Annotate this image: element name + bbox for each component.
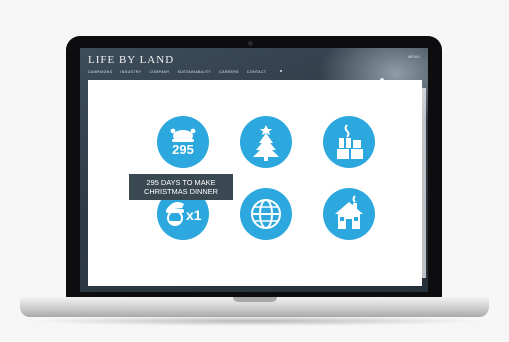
turkey-button[interactable]: 295 bbox=[157, 116, 209, 168]
camera-dot bbox=[248, 41, 253, 46]
panel-edge bbox=[414, 88, 426, 278]
nav-item[interactable]: CAREERS bbox=[219, 70, 239, 74]
tooltip-line-1: 295 DAYS TO MAKE bbox=[146, 178, 216, 187]
days-tooltip: 295 DAYS TO MAKE CHRISTMAS DINNER bbox=[129, 174, 233, 200]
days-count: 295 bbox=[172, 142, 194, 157]
menu-link[interactable]: MENU bbox=[408, 55, 420, 59]
site-nav: CAMPAIGNS INDUSTRY COMPANY SUSTAINABILIT… bbox=[88, 70, 266, 74]
laptop-screen: LIFE BY LAND MENU CAMPAIGNS INDUSTRY COM… bbox=[80, 48, 428, 292]
christmas-tree-icon bbox=[253, 125, 279, 161]
nav-item[interactable]: CAMPAIGNS bbox=[88, 70, 112, 74]
tooltip-line-2: CHRISTMAS DINNER bbox=[144, 187, 218, 196]
nav-item[interactable]: INDUSTRY bbox=[120, 70, 141, 74]
cabin-button[interactable] bbox=[323, 188, 375, 240]
laptop-mockup: LIFE BY LAND MENU CAMPAIGNS INDUSTRY COM… bbox=[0, 0, 509, 342]
laptop-notch bbox=[233, 297, 277, 302]
tree-button[interactable] bbox=[240, 116, 292, 168]
snowflake bbox=[280, 70, 282, 72]
presents-icon bbox=[337, 124, 363, 159]
santa-multiplier: x1 bbox=[186, 207, 202, 223]
laptop-shadow bbox=[28, 316, 481, 326]
nav-item[interactable]: SUSTAINABILITY bbox=[178, 70, 212, 74]
globe-button[interactable] bbox=[240, 188, 292, 240]
globe-icon bbox=[251, 199, 281, 229]
laptop-base bbox=[20, 297, 489, 317]
site-logo[interactable]: LIFE BY LAND bbox=[88, 54, 174, 66]
nav-item[interactable]: COMPANY bbox=[149, 70, 169, 74]
cabin-icon bbox=[335, 195, 363, 229]
presents-button[interactable] bbox=[323, 116, 375, 168]
nav-item[interactable]: CONTACT bbox=[247, 70, 266, 74]
